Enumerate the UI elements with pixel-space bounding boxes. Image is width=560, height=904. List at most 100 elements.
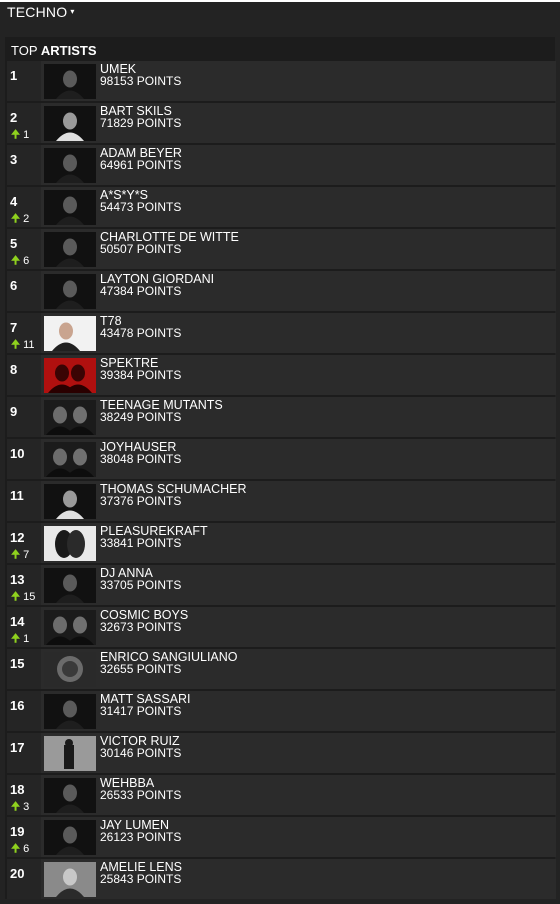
artist-row[interactable]: 1 UMEK 98153 POINTS — [7, 61, 556, 101]
artist-points: 31417 POINTS — [100, 704, 182, 718]
artist-row[interactable]: 17 VICTOR RUIZ 30146 POINTS — [7, 733, 556, 773]
artist-photo[interactable] — [44, 736, 96, 771]
artist-photo[interactable] — [44, 610, 96, 645]
artist-row[interactable]: 5 🠉 6 CHARLOTTE DE WITTE 50507 POINTS — [7, 229, 556, 269]
rank-number: 17 — [10, 740, 25, 755]
artist-points: 30146 POINTS — [100, 746, 182, 760]
rank-cell: 3 — [7, 145, 41, 185]
rank-change: 🠉 6 — [11, 255, 29, 267]
artist-row[interactable]: 7 🠉 11 T78 43478 POINTS — [7, 313, 556, 353]
rank-number: 1 — [10, 68, 18, 83]
artist-photo[interactable] — [44, 400, 96, 435]
artist-row[interactable]: 20 AMELIE LENS 25843 POINTS — [7, 859, 556, 899]
artist-row[interactable]: 8 SPEKTRE 39384 POINTS — [7, 355, 556, 395]
artist-photo[interactable] — [44, 442, 96, 477]
rank-cell: 10 — [7, 439, 41, 479]
rank-change-value: 6 — [23, 843, 30, 855]
rank-change-value: 1 — [23, 129, 30, 141]
artist-photo[interactable] — [44, 190, 96, 225]
artist-row[interactable]: 11 THOMAS SCHUMACHER 37376 POINTS — [7, 481, 556, 521]
artist-points: 26123 POINTS — [100, 830, 182, 844]
artist-points: 39384 POINTS — [100, 368, 182, 382]
artist-photo[interactable] — [44, 106, 96, 141]
artist-photo[interactable] — [44, 652, 96, 687]
artist-row[interactable]: 2 🠉 1 BART SKILS 71829 POINTS — [7, 103, 556, 143]
artist-row[interactable]: 13 🠉 15 DJ ANNA 33705 POINTS — [7, 565, 556, 605]
rank-number: 5 — [10, 236, 18, 251]
rank-cell: 5 🠉 6 — [7, 229, 41, 269]
arrow-up-icon: 🠉 — [11, 339, 21, 351]
artist-points: 33841 POINTS — [100, 536, 182, 550]
rank-number: 15 — [10, 656, 25, 671]
arrow-up-icon: 🠉 — [11, 213, 21, 225]
artist-photo[interactable] — [44, 358, 96, 393]
artist-row[interactable]: 19 🠉 6 JAY LUMEN 26123 POINTS — [7, 817, 556, 857]
rank-change: 🠉 11 — [11, 339, 35, 351]
photo-placeholder — [44, 106, 96, 141]
artist-row[interactable]: 4 🠉 2 A*S*Y*S 54473 POINTS — [7, 187, 556, 227]
artist-points: 26533 POINTS — [100, 788, 182, 802]
rank-cell: 9 — [7, 397, 41, 437]
photo-placeholder — [44, 736, 96, 771]
artist-row[interactable]: 15 ENRICO SANGIULIANO 32655 POINTS — [7, 649, 556, 689]
rank-cell: 6 — [7, 271, 41, 311]
artist-photo[interactable] — [44, 232, 96, 267]
rank-change: 🠉 6 — [11, 843, 29, 855]
artist-points: 64961 POINTS — [100, 158, 182, 172]
artist-row[interactable]: 3 ADAM BEYER 64961 POINTS — [7, 145, 556, 185]
artist-row[interactable]: 18 🠉 3 WEHBBA 26533 POINTS — [7, 775, 556, 815]
arrow-up-icon: 🠉 — [11, 591, 21, 603]
rank-number: 8 — [10, 362, 18, 377]
genre-dropdown[interactable]: TECHNO ▾ — [7, 3, 75, 21]
rank-number: 3 — [10, 152, 18, 167]
rank-number: 9 — [10, 404, 18, 419]
artist-photo[interactable] — [44, 64, 96, 99]
rank-number: 10 — [10, 446, 25, 461]
rank-change: 🠉 2 — [11, 213, 29, 225]
artist-photo[interactable] — [44, 820, 96, 855]
artist-photo[interactable] — [44, 568, 96, 603]
artist-photo[interactable] — [44, 778, 96, 813]
section-title-bold: ARTISTS — [40, 43, 97, 58]
rank-change-value: 15 — [23, 591, 36, 603]
rank-cell: 4 🠉 2 — [7, 187, 41, 227]
artist-row[interactable]: 6 LAYTON GIORDANI 47384 POINTS — [7, 271, 556, 311]
rank-cell: 7 🠉 11 — [7, 313, 41, 353]
rank-cell: 18 🠉 3 — [7, 775, 41, 815]
photo-placeholder — [44, 694, 96, 729]
artist-photo[interactable] — [44, 862, 96, 897]
artist-points: 38048 POINTS — [100, 452, 182, 466]
rank-cell: 17 — [7, 733, 41, 773]
arrow-up-icon: 🠉 — [11, 129, 21, 141]
artist-photo[interactable] — [44, 694, 96, 729]
artist-photo[interactable] — [44, 484, 96, 519]
artist-row[interactable]: 12 🠉 7 PLEASUREKRAFT 33841 POINTS — [7, 523, 556, 563]
photo-placeholder — [44, 568, 96, 603]
artist-points: 54473 POINTS — [100, 200, 182, 214]
rank-change: 🠉 3 — [11, 801, 29, 813]
artist-row[interactable]: 16 MATT SASSARI 31417 POINTS — [7, 691, 556, 731]
rank-cell: 2 🠉 1 — [7, 103, 41, 143]
artist-points: 71829 POINTS — [100, 116, 182, 130]
artist-photo[interactable] — [44, 526, 96, 561]
rank-number: 18 — [10, 782, 25, 797]
artist-points: 47384 POINTS — [100, 284, 182, 298]
photo-placeholder — [44, 610, 96, 645]
artist-row[interactable]: 10 JOYHAUSER 38048 POINTS — [7, 439, 556, 479]
artist-points: 50507 POINTS — [100, 242, 182, 256]
artist-photo[interactable] — [44, 274, 96, 309]
artist-points: 98153 POINTS — [100, 74, 182, 88]
rank-change: 🠉 1 — [11, 129, 29, 141]
artist-photo[interactable] — [44, 148, 96, 183]
artist-row[interactable]: 9 TEENAGE MUTANTS 38249 POINTS — [7, 397, 556, 437]
artist-photo[interactable] — [44, 316, 96, 351]
section-title-prefix: TOP — [11, 43, 41, 58]
rank-cell: 11 — [7, 481, 41, 521]
artist-list: 1 UMEK 98153 POINTS 2 🠉 1 BART SKILS 71829 POIN… — [7, 61, 556, 901]
rank-change-value: 3 — [23, 801, 30, 813]
artist-row[interactable]: 14 🠉 1 COSMIC BOYS 32673 POINTS — [7, 607, 556, 647]
arrow-up-icon: 🠉 — [11, 549, 21, 561]
rank-number: 4 — [10, 194, 18, 209]
artist-points: 32655 POINTS — [100, 662, 182, 676]
rank-number: 7 — [10, 320, 18, 335]
